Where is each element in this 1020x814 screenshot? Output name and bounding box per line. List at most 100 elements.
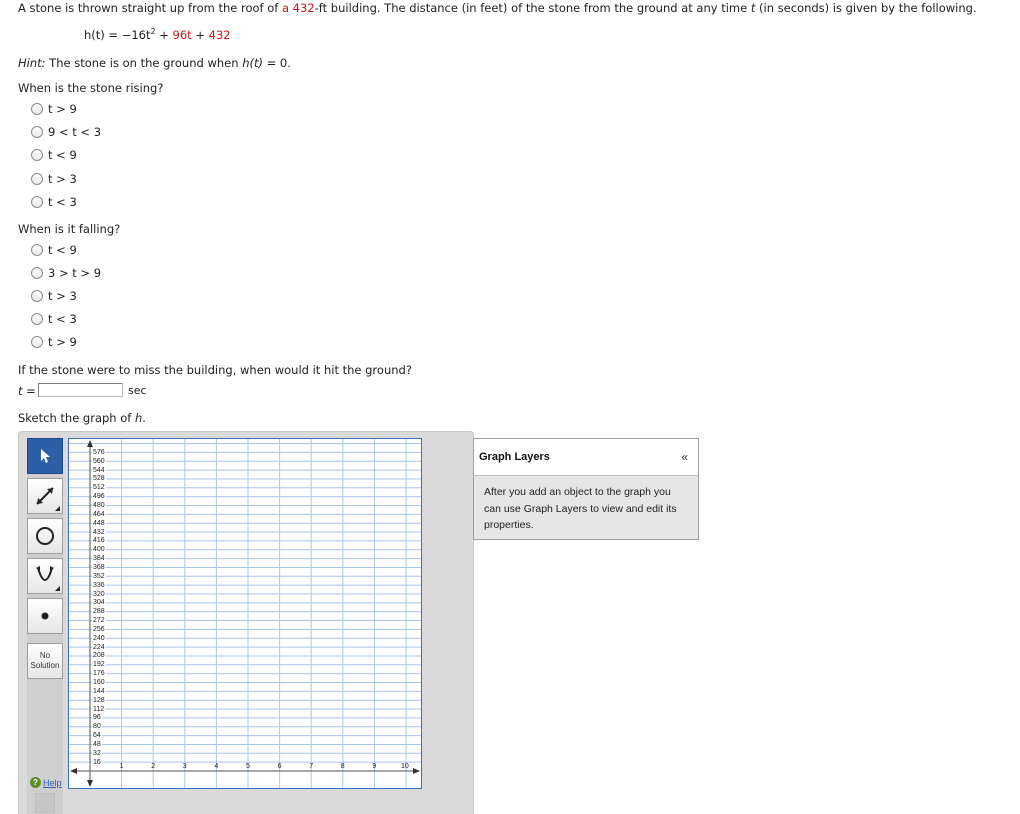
rising-option[interactable]: t < 3 [31,194,77,210]
radio-button[interactable] [31,244,43,256]
option-label: t > 9 [48,335,77,349]
line-ray-icon [36,487,54,505]
option-label: t < 3 [48,195,77,209]
sketch-prompt-text: Sketch the graph of [18,411,135,425]
radio-button[interactable] [31,196,43,208]
graph-grid [69,439,421,788]
y-tick-label: 48 [92,740,102,748]
radio-button[interactable] [31,290,43,302]
x-tick-label: 9 [372,763,377,770]
graph-layers-header: Graph Layers « [474,439,698,476]
graph-canvas[interactable]: 576 560 544 528 512 496 480 464 448 432 416 400 384 3… [68,438,422,789]
y-tick-label: 208 [92,652,106,660]
x-axis-arrow-right [413,768,420,774]
hint: Hint: The stone is on the ground when h(… [18,56,291,70]
y-tick-label: 304 [92,599,106,607]
rising-option[interactable]: t < 9 [31,147,77,163]
y-tick-label: 256 [92,625,106,633]
pointer-icon [41,449,50,463]
collapse-icon[interactable]: « [681,450,688,464]
option-label: 9 < t < 3 [48,125,102,139]
delete-tool-button[interactable] [35,793,55,813]
submenu-indicator-icon [55,506,60,511]
falling-option[interactable]: t < 9 [31,242,77,258]
y-tick-label: 64 [92,732,102,740]
y-tick-label: 96 [92,714,102,722]
radio-button[interactable] [31,336,43,348]
question-rising-prompt: When is the stone rising? [18,81,164,95]
x-axis-arrow-left [70,768,77,774]
falling-option[interactable]: t < 3 [31,311,77,327]
y-tick-label: 400 [92,546,106,554]
formula-constant: 432 [208,27,231,42]
rising-option[interactable]: t > 9 [31,101,77,117]
y-tick-label: 192 [92,661,106,669]
radio-button[interactable] [31,103,43,115]
help-label: Help [43,777,62,788]
option-label: t < 9 [48,243,77,257]
option-label: 3 > t > 9 [48,266,102,280]
formula-lhs: h(t) = −16t [84,27,151,42]
help-link[interactable]: ? Help [30,777,62,788]
formula-operator: + [155,27,173,42]
rising-option[interactable]: 9 < t < 3 [31,124,101,140]
graph-layers-title: Graph Layers [479,451,550,463]
x-tick-label: 8 [340,763,345,770]
no-solution-button[interactable]: No Solution [27,643,63,679]
circle-tool-button[interactable] [27,518,63,554]
y-tick-label: 432 [92,528,106,536]
graph-layers-panel: Graph Layers « After you add an object t… [473,438,699,540]
question-ground-prompt: If the stone were to miss the building, … [18,363,412,377]
radio-button[interactable] [31,149,43,161]
ground-time-input[interactable] [38,383,123,397]
radio-button[interactable] [31,313,43,325]
option-label: t > 3 [48,289,77,303]
option-label: t > 3 [48,172,77,186]
hint-text: The stone is on the ground when [45,56,243,70]
line-tool-button[interactable] [27,478,63,514]
parabola-icon [36,566,54,581]
y-tick-label: 272 [92,617,106,625]
y-tick-label: 176 [92,670,106,678]
x-tick-label: 6 [277,763,282,770]
point-icon [41,612,49,620]
y-tick-label: 560 [92,457,106,465]
x-tick-label: 7 [309,763,314,770]
y-tick-label: 224 [92,643,106,651]
rising-option[interactable]: t > 3 [31,171,77,187]
x-tick-label: 3 [182,763,187,770]
parabola-tool-button[interactable] [27,558,63,594]
radio-button[interactable] [31,267,43,279]
x-tick-label: 10 [401,763,409,770]
point-tool-button[interactable] [27,598,63,634]
y-tick-label: 128 [92,696,106,704]
y-tick-label: 144 [92,687,106,695]
x-tick-label: 2 [151,763,156,770]
falling-option[interactable]: 3 > t > 9 [31,265,101,281]
y-tick-label: 448 [92,519,106,527]
y-tick-label: 320 [92,590,106,598]
pointer-tool-button[interactable] [27,438,63,474]
no-solution-label: No [39,651,51,660]
sketch-prompt: Sketch the graph of h. [18,411,146,425]
y-tick-label: 336 [92,581,106,589]
falling-option[interactable]: t > 9 [31,334,77,350]
radio-button[interactable] [31,173,43,185]
y-tick-label: 288 [92,608,106,616]
option-label: t < 9 [48,148,77,162]
y-tick-label: 464 [92,510,106,518]
height-formula: h(t) = −16t2 + 96t + 432 [84,27,231,42]
submenu-indicator-icon [55,586,60,591]
problem-intro: A stone is thrown straight up from the r… [18,1,977,15]
y-tick-label: 32 [92,749,102,757]
hint-function: h(t) [242,56,263,70]
falling-option[interactable]: t > 3 [31,288,77,304]
y-tick-label: 416 [92,537,106,545]
y-tick-label: 368 [92,563,106,571]
y-tick-label: 512 [92,484,106,492]
y-tick-label: 80 [92,723,102,731]
radio-button[interactable] [31,126,43,138]
y-tick-label: 160 [92,679,106,686]
x-tick-label: 4 [214,763,219,770]
y-tick-label: 496 [92,493,106,501]
